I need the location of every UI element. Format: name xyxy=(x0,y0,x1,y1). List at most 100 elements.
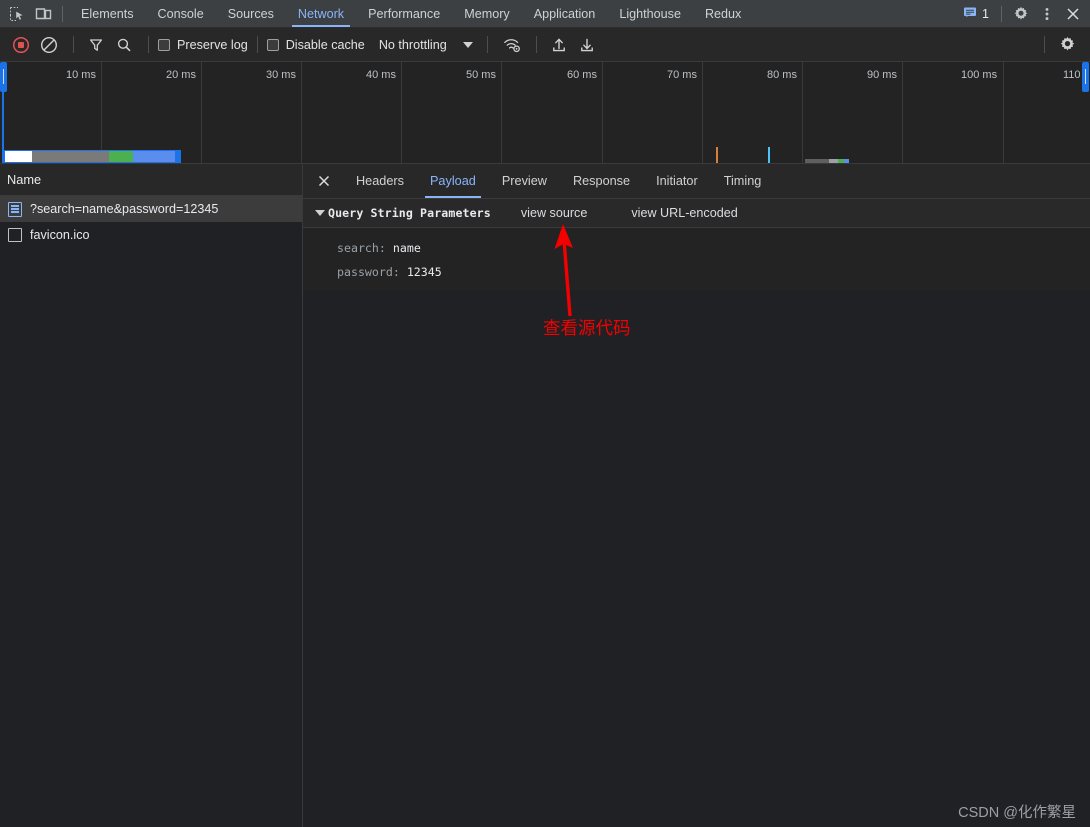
timeline-tick-label: 30 ms xyxy=(266,69,296,81)
network-main-area: Name ?search=name&password=12345 favicon… xyxy=(0,164,1090,827)
bar-segment-queueing xyxy=(5,151,32,162)
record-stop-icon[interactable] xyxy=(8,32,34,58)
detail-tabbar: Headers Payload Preview Response Initiat… xyxy=(303,164,1090,199)
tab-redux[interactable]: Redux xyxy=(693,0,753,27)
timeline-selection-handle-right[interactable] xyxy=(1082,62,1089,92)
request-list-panel: Name ?search=name&password=12345 favicon… xyxy=(0,164,303,827)
clear-prohibited-icon[interactable] xyxy=(36,32,62,58)
throttling-select[interactable]: No throttling xyxy=(379,38,473,52)
network-settings-gear-icon[interactable] xyxy=(1054,32,1080,58)
message-count: 1 xyxy=(982,6,989,21)
tab-application[interactable]: Application xyxy=(522,0,608,27)
tab-payload[interactable]: Payload xyxy=(417,164,489,198)
query-string-parameters-header[interactable]: Query String Parameters view source view… xyxy=(303,199,1090,228)
tab-timing[interactable]: Timing xyxy=(711,164,775,198)
network-overview-timeline[interactable]: 10 ms 20 ms 30 ms 40 ms 50 ms 60 ms 70 m… xyxy=(0,62,1090,164)
document-icon xyxy=(8,201,22,217)
tab-elements[interactable]: Elements xyxy=(69,0,146,27)
import-har-upload-icon[interactable] xyxy=(546,32,572,58)
more-vertical-icon[interactable] xyxy=(1034,2,1060,26)
disable-cache-box[interactable] xyxy=(266,38,279,51)
tab-sources[interactable]: Sources xyxy=(216,0,286,27)
tab-console[interactable]: Console xyxy=(146,0,216,27)
disable-cache-checkbox[interactable]: Disable cache xyxy=(266,37,365,52)
toolbar-divider-5 xyxy=(535,36,537,53)
timeline-tick-label: 110 xyxy=(1063,69,1081,81)
param-key: password: xyxy=(337,265,400,279)
dom-content-loaded-marker xyxy=(716,147,718,163)
toolbar-divider-2 xyxy=(148,36,149,53)
preserve-log-label: Preserve log xyxy=(177,37,248,52)
request-name: ?search=name&password=12345 xyxy=(30,202,219,216)
tab-headers[interactable]: Headers xyxy=(343,164,417,198)
network-conditions-wifi-icon[interactable] xyxy=(499,32,525,58)
overview-request-bar-main xyxy=(5,151,175,162)
device-toolbar-icon[interactable] xyxy=(30,2,56,26)
chevron-down-icon[interactable] xyxy=(462,41,473,48)
timeline-tick-label: 60 ms xyxy=(567,69,597,81)
param-value: 12345 xyxy=(406,265,442,279)
gear-icon[interactable] xyxy=(1008,2,1034,26)
tab-lighthouse[interactable]: Lighthouse xyxy=(607,0,693,27)
request-name: favicon.ico xyxy=(30,228,90,242)
tab-initiator[interactable]: Initiator xyxy=(643,164,711,198)
tab-network[interactable]: Network xyxy=(286,0,356,27)
throttling-value: No throttling xyxy=(378,37,447,52)
request-list-empty-area xyxy=(0,248,302,827)
toolbar-divider-3 xyxy=(256,36,258,53)
bar-segment-waiting xyxy=(32,151,109,162)
message-bubble-icon xyxy=(963,5,977,22)
request-detail-panel: Headers Payload Preview Response Initiat… xyxy=(303,164,1090,827)
console-message-badge[interactable]: 1 xyxy=(957,5,995,22)
tab-performance[interactable]: Performance xyxy=(356,0,452,27)
generic-file-icon xyxy=(8,228,22,242)
preserve-log-checkbox[interactable]: Preserve log xyxy=(158,38,248,52)
tabbar-divider xyxy=(62,5,63,22)
param-key: search: xyxy=(337,241,386,255)
close-icon[interactable] xyxy=(311,168,337,194)
table-row[interactable]: favicon.ico xyxy=(0,222,302,248)
export-har-download-icon[interactable] xyxy=(574,32,600,58)
toolbar-divider-1 xyxy=(73,36,74,53)
tabbar-divider-2 xyxy=(1001,5,1002,22)
column-header-name: Name xyxy=(7,172,42,187)
tab-memory[interactable]: Memory xyxy=(452,0,521,27)
annotation-label: 查看源代码 xyxy=(543,319,631,339)
inspect-element-icon[interactable] xyxy=(4,2,30,26)
request-list-header[interactable]: Name xyxy=(0,164,302,196)
timeline-selection-handle-left[interactable] xyxy=(0,62,7,92)
section-title: Query String Parameters xyxy=(328,206,491,220)
preserve-log-box[interactable] xyxy=(158,38,170,51)
toolbar-divider-6 xyxy=(1044,36,1045,53)
watermark-text: CSDN @化作繁星 xyxy=(958,805,1076,821)
table-row[interactable]: ?search=name&password=12345 xyxy=(0,196,302,222)
view-url-encoded-link[interactable]: view URL-encoded xyxy=(631,206,737,220)
timeline-tick-label: 70 ms xyxy=(667,69,697,81)
timeline-tick-label: 20 ms xyxy=(166,69,196,81)
toolbar-divider-4 xyxy=(486,36,488,53)
filter-funnel-icon[interactable] xyxy=(83,32,109,58)
timeline-tick-label: 40 ms xyxy=(366,69,396,81)
timeline-tick-label: 50 ms xyxy=(466,69,496,81)
param-value: name xyxy=(392,241,421,255)
timeline-tick-label: 80 ms xyxy=(767,69,797,81)
tab-preview[interactable]: Preview xyxy=(489,164,560,198)
disable-cache-label: Disable cache xyxy=(285,37,365,52)
detail-pane-empty-area xyxy=(303,291,1090,827)
triangle-down-icon[interactable] xyxy=(315,210,325,216)
view-source-link[interactable]: view source xyxy=(521,206,588,220)
tab-response[interactable]: Response xyxy=(560,164,643,198)
query-string-parameters-list: search: name password: 12345 xyxy=(303,228,1090,291)
search-icon[interactable] xyxy=(111,32,137,58)
timeline-tick-label: 10 ms xyxy=(66,69,96,81)
bar-segment-download xyxy=(109,151,133,162)
network-toolbar: Preserve log Disable cache No throttling xyxy=(0,28,1090,62)
list-item: search: name xyxy=(303,236,1090,260)
bar-segment-content xyxy=(133,151,175,162)
list-item: password: 12345 xyxy=(303,260,1090,284)
load-event-marker xyxy=(768,147,770,163)
timeline-tick-label: 100 ms xyxy=(961,69,998,81)
close-icon[interactable] xyxy=(1060,2,1086,26)
devtools-tabbar: Elements Console Sources Network Perform… xyxy=(0,0,1090,28)
timeline-tick-label: 90 ms xyxy=(867,69,897,81)
